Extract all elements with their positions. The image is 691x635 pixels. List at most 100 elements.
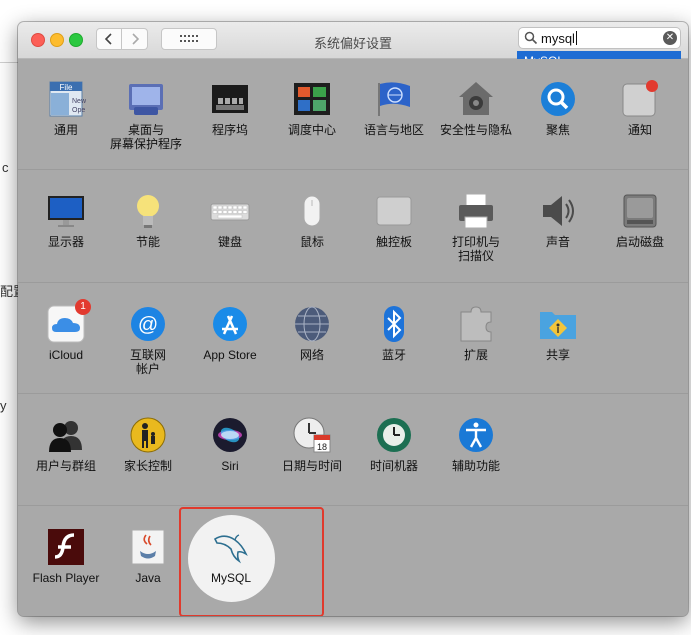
pane-notifications[interactable]: 通知: [600, 79, 680, 137]
row-system: 用户与群组 家长控制 Siri 18 日期与时间 时间机器 辅助功能: [18, 394, 688, 505]
pane-label: 家长控制: [123, 459, 172, 473]
monitor-icon: [46, 191, 86, 231]
pane-label: 共享: [545, 348, 570, 362]
pane-label: 键盘: [217, 235, 242, 249]
pane-security[interactable]: 安全性与隐私: [436, 79, 516, 137]
cloud-icon: 1: [46, 299, 91, 344]
house-icon: [456, 79, 496, 119]
at-icon: @: [128, 304, 168, 344]
pane-keyboard[interactable]: 键盘: [190, 191, 270, 249]
pane-energy[interactable]: 节能: [108, 191, 188, 249]
pane-label: App Store: [203, 348, 257, 362]
pane-sound[interactable]: 声音: [518, 191, 598, 249]
search-field[interactable]: mysql ✕: [518, 27, 681, 49]
svg-text:File: File: [60, 83, 73, 92]
pane-label: Java: [135, 571, 161, 585]
parental-icon: [128, 415, 168, 455]
pane-label: 调度中心: [287, 123, 336, 137]
pane-icloud[interactable]: 1 iCloud: [26, 299, 106, 362]
time-machine-icon: [374, 415, 414, 455]
globe-icon: [292, 304, 332, 344]
pane-mouse[interactable]: 鼠标: [272, 191, 352, 249]
row-hardware: 显示器 节能 键盘 鼠标 触控板 打印机与 扫描仪 声音 启动磁盘: [18, 170, 688, 282]
background-text: c: [2, 160, 9, 175]
search-icon: [524, 31, 538, 45]
pane-label: 鼠标: [299, 235, 324, 249]
pane-label: 节能: [135, 235, 160, 249]
accessibility-icon: [456, 415, 496, 455]
pane-label: 程序坞: [211, 123, 248, 137]
dock-icon: [210, 79, 250, 119]
java-icon: [128, 527, 168, 567]
pane-label: 网络: [299, 348, 324, 362]
search-query: mysql: [541, 31, 577, 46]
pane-bluetooth[interactable]: 蓝牙: [354, 304, 434, 362]
pane-sharing[interactable]: 共享: [518, 304, 598, 362]
pane-date-time[interactable]: 18 日期与时间: [272, 415, 352, 473]
users-icon: [46, 415, 86, 455]
pane-users-groups[interactable]: 用户与群组: [26, 415, 106, 473]
pane-general[interactable]: File New Ope 通用: [26, 79, 106, 137]
pane-spotlight[interactable]: 聚焦: [518, 79, 598, 137]
notification-badge: 1: [75, 299, 91, 315]
pane-label: 语言与地区: [363, 123, 424, 137]
pane-label: 蓝牙: [381, 348, 406, 362]
svg-text:18: 18: [317, 442, 327, 452]
clock-calendar-icon: 18: [292, 415, 332, 455]
pane-siri[interactable]: Siri: [190, 415, 270, 473]
pane-label: 时间机器: [369, 459, 418, 473]
pane-label: 辅助功能: [451, 459, 500, 473]
pane-desktop[interactable]: 桌面与 屏幕保护程序: [106, 79, 186, 151]
pane-dock[interactable]: 程序坞: [190, 79, 270, 137]
row-internet: 1 iCloud @ 互联网 帐户 App Store 网络 蓝牙 扩展 共享: [18, 283, 688, 393]
pane-label: 聚焦: [545, 123, 570, 137]
pane-mission-control[interactable]: 调度中心: [272, 79, 352, 137]
background-text: y: [0, 398, 7, 413]
system-preferences-window: 系统偏好设置 mysql ✕ MySQL File New Ope: [18, 22, 688, 616]
pane-time-machine[interactable]: 时间机器: [354, 415, 434, 473]
pane-label: 启动磁盘: [615, 235, 664, 249]
clear-search-icon[interactable]: ✕: [663, 31, 677, 45]
pane-label: 日期与时间: [281, 459, 342, 473]
magnifier-icon: [538, 79, 578, 119]
pane-network[interactable]: 网络: [272, 304, 352, 362]
pane-java[interactable]: Java: [108, 527, 188, 585]
siri-icon: [210, 415, 250, 455]
pane-label: 桌面与 屏幕保护程序: [109, 123, 182, 151]
disk-icon: [620, 191, 660, 231]
speaker-icon: [538, 191, 578, 231]
pane-trackpad[interactable]: 触控板: [354, 191, 434, 249]
pane-language-region[interactable]: 语言与地区: [354, 79, 434, 137]
keyboard-icon: [210, 191, 250, 231]
pane-label: 声音: [545, 235, 570, 249]
pane-displays[interactable]: 显示器: [26, 191, 106, 249]
pane-accessibility[interactable]: 辅助功能: [436, 415, 516, 473]
mouse-icon: [292, 191, 332, 231]
row-other: Flash Player Java: [18, 506, 688, 616]
pane-label: iCloud: [48, 348, 84, 362]
pane-extensions[interactable]: 扩展: [436, 304, 516, 362]
trackpad-icon: [374, 191, 414, 231]
pane-printers[interactable]: 打印机与 扫描仪: [436, 191, 516, 263]
row-personal: File New Ope 通用 桌面与 屏幕保护程序 程序坞 调度中心 语言与地…: [18, 59, 688, 169]
pane-label: Siri: [221, 459, 239, 473]
pane-label: 通知: [627, 123, 652, 137]
pane-label: 通用: [53, 123, 78, 137]
puzzle-icon: [456, 304, 496, 344]
bluetooth-icon: [374, 304, 414, 344]
svg-text:@: @: [138, 314, 158, 336]
mission-control-icon: [292, 79, 332, 119]
pane-flash-player[interactable]: Flash Player: [26, 527, 106, 585]
highlight-box: [179, 507, 324, 616]
svg-text:Ope: Ope: [72, 107, 85, 114]
pane-startup-disk[interactable]: 启动磁盘: [600, 191, 680, 249]
svg-text:New: New: [72, 98, 86, 105]
pane-internet-accounts[interactable]: @ 互联网 帐户: [108, 304, 188, 376]
pane-label: 显示器: [47, 235, 84, 249]
pane-app-store[interactable]: App Store: [190, 304, 270, 362]
desktop-icon: [126, 79, 166, 119]
pane-parental-controls[interactable]: 家长控制: [108, 415, 188, 473]
pane-label: 扩展: [463, 348, 488, 362]
lightbulb-icon: [128, 191, 168, 231]
flash-icon: [46, 527, 86, 567]
